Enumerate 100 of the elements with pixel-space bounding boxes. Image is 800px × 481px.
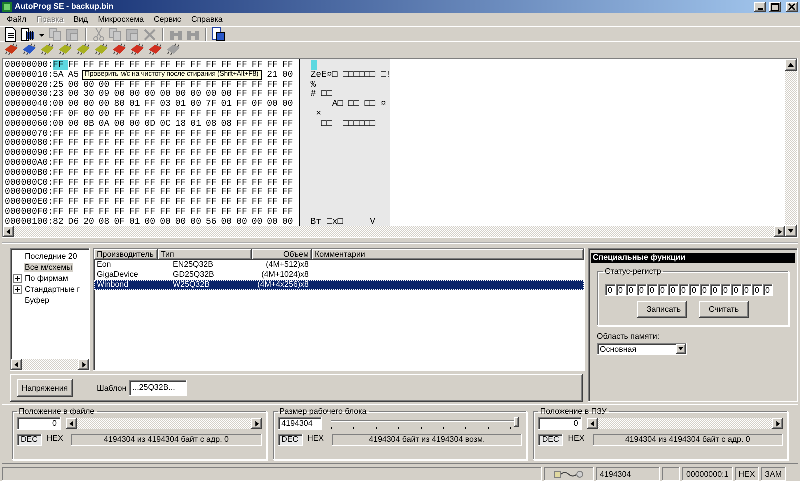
hex-byte[interactable]: FF: [84, 148, 99, 158]
hex-byte[interactable]: 00: [84, 99, 99, 109]
hex-byte[interactable]: FF: [282, 89, 298, 100]
tree-item[interactable]: Буфер: [24, 296, 50, 305]
hex-byte[interactable]: FF: [53, 60, 68, 70]
hex-byte[interactable]: FF: [282, 108, 298, 119]
hex-byte[interactable]: FF: [236, 197, 252, 207]
hex-byte[interactable]: FF: [144, 99, 160, 109]
hex-byte[interactable]: FF: [129, 60, 145, 70]
hex-byte[interactable]: FF: [282, 138, 298, 148]
menu-item[interactable]: Микросхема: [93, 15, 150, 24]
hex-byte[interactable]: 0D: [144, 118, 160, 129]
hex-byte[interactable]: FF: [221, 178, 237, 188]
menu-item[interactable]: Сервис: [149, 15, 186, 24]
hex-byte[interactable]: 00: [190, 216, 206, 226]
hex-byte[interactable]: FF: [98, 148, 114, 158]
maximize-button[interactable]: [769, 2, 781, 12]
hex-byte[interactable]: FF: [68, 128, 84, 138]
chip-document-icon[interactable]: [20, 26, 36, 42]
hex-byte[interactable]: FF: [53, 108, 68, 119]
hex-byte[interactable]: FF: [282, 206, 298, 217]
hex-byte[interactable]: FF: [206, 148, 222, 158]
tree-item[interactable]: По фирмам: [24, 274, 70, 283]
hex-byte[interactable]: FF: [144, 158, 160, 168]
hex-byte[interactable]: FF: [114, 187, 130, 198]
hex-byte[interactable]: FF: [190, 206, 206, 217]
hex-byte[interactable]: FF: [175, 187, 191, 198]
hex-byte[interactable]: FF: [160, 80, 176, 90]
register-bit-field[interactable]: 0: [647, 284, 658, 296]
hex-byte[interactable]: FF: [160, 178, 176, 188]
hex-byte[interactable]: 01: [221, 99, 237, 109]
hex-byte[interactable]: FF: [190, 108, 206, 119]
scroll-down-button[interactable]: [785, 225, 797, 237]
hex-byte[interactable]: FF: [160, 168, 176, 178]
hex-byte[interactable]: FF: [236, 60, 252, 70]
hex-byte[interactable]: 01: [129, 99, 145, 109]
hex-byte[interactable]: FF: [53, 138, 68, 148]
register-bit-field[interactable]: 0: [605, 284, 616, 296]
menu-item[interactable]: Файл: [2, 15, 32, 24]
hex-byte[interactable]: FF: [221, 108, 237, 119]
hex-byte[interactable]: FF: [267, 108, 282, 119]
hex-byte[interactable]: 03: [160, 99, 176, 109]
hex-byte[interactable]: 00: [267, 216, 282, 226]
hex-byte[interactable]: FF: [175, 148, 191, 158]
chip-icon[interactable]: [148, 43, 163, 55]
hex-byte[interactable]: FF: [190, 187, 206, 198]
hex-byte[interactable]: FF: [206, 60, 222, 70]
chip-icon[interactable]: [58, 43, 73, 55]
register-bit-field[interactable]: 0: [689, 284, 700, 296]
hex-byte[interactable]: 00: [84, 108, 99, 119]
hex-byte[interactable]: FF: [175, 108, 191, 119]
hex-byte[interactable]: FF: [221, 148, 237, 158]
register-bit-field[interactable]: 0: [762, 284, 773, 296]
hex-byte[interactable]: FF: [282, 80, 298, 90]
document-icon[interactable]: [3, 26, 19, 42]
hex-byte[interactable]: FF: [252, 178, 268, 188]
hex-byte[interactable]: FF: [190, 158, 206, 168]
hex-byte[interactable]: FF: [160, 128, 176, 138]
hex-byte[interactable]: FF: [282, 60, 298, 70]
hex-byte[interactable]: FF: [129, 197, 145, 207]
scroll-left-button[interactable]: [66, 418, 77, 429]
column-header[interactable]: Производитель: [94, 249, 158, 260]
hex-byte[interactable]: 00: [252, 216, 268, 226]
hex-byte[interactable]: FF: [206, 197, 222, 207]
hex-byte[interactable]: 00: [129, 89, 145, 100]
hex-byte[interactable]: 00: [68, 80, 84, 90]
hex-byte[interactable]: FF: [221, 60, 237, 70]
hex-byte[interactable]: 00: [98, 80, 114, 90]
hex-byte[interactable]: FF: [221, 187, 237, 198]
hex-byte[interactable]: FF: [236, 118, 252, 129]
scroll-right-button[interactable]: [772, 418, 784, 429]
hex-byte[interactable]: FF: [160, 187, 176, 198]
hex-byte[interactable]: FF: [160, 206, 176, 217]
hex-byte[interactable]: FF: [236, 99, 252, 109]
hex-byte[interactable]: FF: [129, 168, 145, 178]
register-bit-field[interactable]: 0: [742, 284, 752, 296]
hex-byte[interactable]: FF: [84, 197, 99, 207]
hex-byte[interactable]: FF: [252, 108, 268, 119]
scrollbar[interactable]: [3, 226, 785, 237]
voltage-button[interactable]: Напряжения: [17, 379, 73, 397]
register-bit-field[interactable]: 0: [752, 284, 762, 296]
minimize-button[interactable]: [754, 2, 766, 12]
hex-byte[interactable]: FF: [236, 178, 252, 188]
hex-byte[interactable]: FF: [221, 138, 237, 148]
hex-byte[interactable]: FF: [68, 148, 84, 158]
hex-byte[interactable]: FF: [114, 168, 130, 178]
chip-document-icon[interactable]: [211, 26, 227, 42]
hex-byte[interactable]: FF: [206, 168, 222, 178]
hex-byte[interactable]: FF: [252, 80, 268, 90]
hex-byte[interactable]: FF: [129, 206, 145, 217]
hex-byte[interactable]: FF: [53, 158, 68, 168]
hex-byte[interactable]: FF: [236, 128, 252, 138]
hex-byte[interactable]: 00: [53, 118, 68, 129]
hex-byte[interactable]: 00: [175, 89, 191, 100]
hex-byte[interactable]: FF: [53, 128, 68, 138]
value-field[interactable]: 0: [17, 417, 61, 430]
hex-byte[interactable]: FF: [144, 187, 160, 198]
register-bit-field[interactable]: 0: [720, 284, 731, 296]
hex-byte[interactable]: FF: [68, 206, 84, 217]
tree-item[interactable]: Стандартные г: [24, 285, 82, 294]
